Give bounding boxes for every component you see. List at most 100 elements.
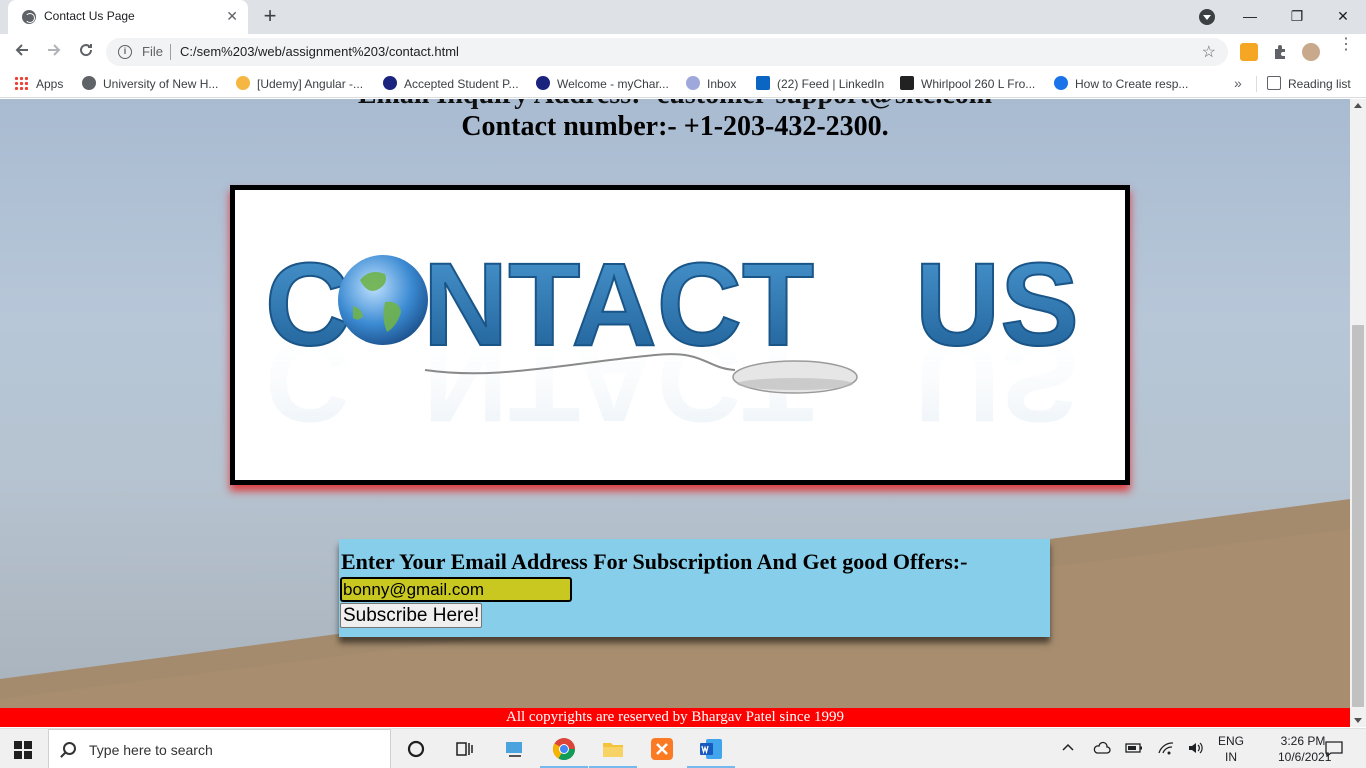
udemy-icon	[236, 76, 250, 90]
word-taskbar-icon[interactable]	[687, 737, 735, 768]
extension-icon[interactable]	[1240, 43, 1258, 61]
amazon-icon	[900, 76, 914, 90]
clock-time: 3:26 PM	[1280, 734, 1326, 748]
cortana-icon[interactable]	[404, 737, 428, 761]
bookmark-label: University of New H...	[103, 77, 219, 91]
cloud-icon	[1093, 741, 1111, 754]
bookmark-apps[interactable]: Apps	[14, 76, 63, 92]
bookmark-star-icon[interactable]: ☆	[1202, 42, 1216, 62]
desktop-app-icon[interactable]	[503, 737, 527, 761]
university-seal-icon	[536, 76, 550, 90]
wifi-icon[interactable]	[1157, 741, 1175, 758]
banner-letters-ntact: NTACT	[423, 239, 814, 371]
chrome-taskbar-icon[interactable]	[540, 737, 588, 768]
scrollbar-thumb[interactable]	[1352, 325, 1364, 707]
system-clock[interactable]: 3:26 PM 10/6/2021	[1278, 733, 1332, 765]
bookmark-how-to-create[interactable]: How to Create resp...	[1054, 76, 1188, 92]
minimize-button[interactable]: —	[1238, 6, 1262, 26]
subscribe-panel: Enter Your Email Address For Subscriptio…	[339, 539, 1050, 637]
region-code: IN	[1225, 750, 1237, 764]
page-scrollbar[interactable]	[1350, 99, 1366, 727]
globe-icon	[82, 76, 96, 90]
battery-glyph-icon	[1125, 743, 1142, 753]
globe-icon	[338, 255, 428, 345]
info-icon[interactable]: i	[118, 45, 132, 59]
globe-icon	[22, 10, 36, 24]
subscribe-heading: Enter Your Email Address For Subscriptio…	[341, 549, 968, 574]
bookmark-label: Inbox	[707, 77, 737, 91]
bookmarks-separator	[1256, 76, 1257, 92]
mail-icon	[686, 76, 700, 90]
address-separator	[170, 44, 171, 60]
linkedin-icon	[756, 76, 770, 90]
xampp-taskbar-icon[interactable]	[650, 737, 674, 761]
bookmark-inbox[interactable]: Inbox	[686, 76, 736, 92]
contact-us-banner: C NTACT US C NTACT US	[230, 185, 1130, 485]
scroll-down-arrow-icon[interactable]	[1354, 718, 1362, 723]
bookmark-whirlpool[interactable]: Whirlpool 260 L Fro...	[900, 76, 1035, 92]
taskbar-search-placeholder: Type here to search	[89, 742, 213, 758]
page-viewport: Email Inquiry Address:- customer-support…	[0, 99, 1350, 727]
bookmarks-bar: Apps University of New H... [Udemy] Angu…	[0, 70, 1366, 98]
reading-list-button[interactable]: Reading list	[1267, 76, 1351, 92]
language-code: ENG	[1217, 734, 1244, 748]
address-bar[interactable]: i File C:/sem%203/web/assignment%203/con…	[106, 38, 1228, 66]
browser-toolbar: i File C:/sem%203/web/assignment%203/con…	[0, 34, 1366, 70]
bookmark-label: Welcome - myChar...	[557, 77, 669, 91]
browser-tab[interactable]: Contact Us Page ✕	[8, 0, 248, 34]
close-window-button[interactable]: ✕	[1331, 6, 1355, 26]
chrome-icon	[553, 738, 575, 760]
email-field[interactable]	[340, 577, 572, 602]
bookmark-university[interactable]: University of New H...	[82, 76, 218, 92]
volume-icon[interactable]	[1187, 741, 1205, 758]
url-text[interactable]: C:/sem%203/web/assignment%203/contact.ht…	[180, 44, 459, 59]
file-label: File	[142, 44, 163, 59]
scroll-up-arrow-icon[interactable]	[1354, 103, 1362, 108]
show-hidden-icons-chevron-icon[interactable]	[1061, 741, 1075, 758]
apps-grid-icon	[14, 76, 28, 90]
reading-list-icon	[1267, 76, 1281, 90]
reload-icon	[80, 44, 93, 57]
tab-title: Contact Us Page	[44, 9, 135, 23]
forward-button[interactable]	[42, 40, 66, 64]
avatar[interactable]	[1302, 43, 1320, 61]
xampp-icon	[651, 738, 673, 760]
maximize-button[interactable]: ❐	[1285, 6, 1309, 26]
bookmark-label: How to Create resp...	[1075, 77, 1189, 91]
clock-date: 10/6/2021	[1278, 750, 1332, 764]
tab-search-icon[interactable]	[1199, 9, 1215, 25]
banner-letter-c: C	[265, 239, 350, 371]
file-explorer-taskbar-icon[interactable]	[589, 737, 637, 768]
globe-icon	[1054, 76, 1068, 90]
university-seal-icon	[383, 76, 397, 90]
subscribe-button[interactable]: Subscribe Here!	[340, 603, 483, 628]
close-tab-icon[interactable]: ✕	[226, 7, 238, 25]
bookmark-mycharger[interactable]: Welcome - myChar...	[536, 76, 669, 92]
reload-button[interactable]	[74, 40, 98, 64]
bookmark-label: [Udemy] Angular -...	[257, 77, 364, 91]
bookmark-linkedin[interactable]: (22) Feed | LinkedIn	[756, 76, 884, 92]
puzzle-icon[interactable]	[1271, 43, 1289, 61]
speaker-icon	[1189, 742, 1203, 754]
browser-tab-strip: Contact Us Page ✕ + — ❐ ✕	[0, 0, 1366, 34]
wifi-glyph-icon	[1158, 742, 1174, 755]
task-view-icon[interactable]	[452, 737, 476, 761]
bookmark-udemy[interactable]: [Udemy] Angular -...	[236, 76, 363, 92]
new-tab-button[interactable]: +	[258, 4, 282, 28]
notifications-icon[interactable]	[1325, 741, 1343, 760]
contact-us-banner-image: C NTACT US C NTACT US	[264, 238, 1080, 446]
onedrive-cloud-icon[interactable]	[1093, 741, 1111, 758]
reading-list-label: Reading list	[1288, 77, 1351, 91]
bookmark-accepted-student[interactable]: Accepted Student P...	[383, 76, 519, 92]
windows-start-icon[interactable]	[14, 741, 32, 759]
taskbar-search-box[interactable]: Type here to search	[48, 729, 391, 768]
input-language-indicator[interactable]: ENG IN	[1216, 733, 1246, 765]
chrome-menu-icon[interactable]: ⋮	[1338, 37, 1354, 53]
back-arrow-icon	[15, 44, 28, 56]
back-button[interactable]	[10, 40, 34, 64]
email-inquiry-text: Email Inquiry Address:- customer-support…	[0, 99, 1350, 111]
bookmarks-overflow-button[interactable]: »	[1234, 75, 1242, 91]
forward-arrow-icon	[48, 44, 61, 56]
battery-icon[interactable]	[1125, 741, 1143, 758]
contact-number: Contact number:- +1-203-432-2300.	[461, 111, 889, 142]
